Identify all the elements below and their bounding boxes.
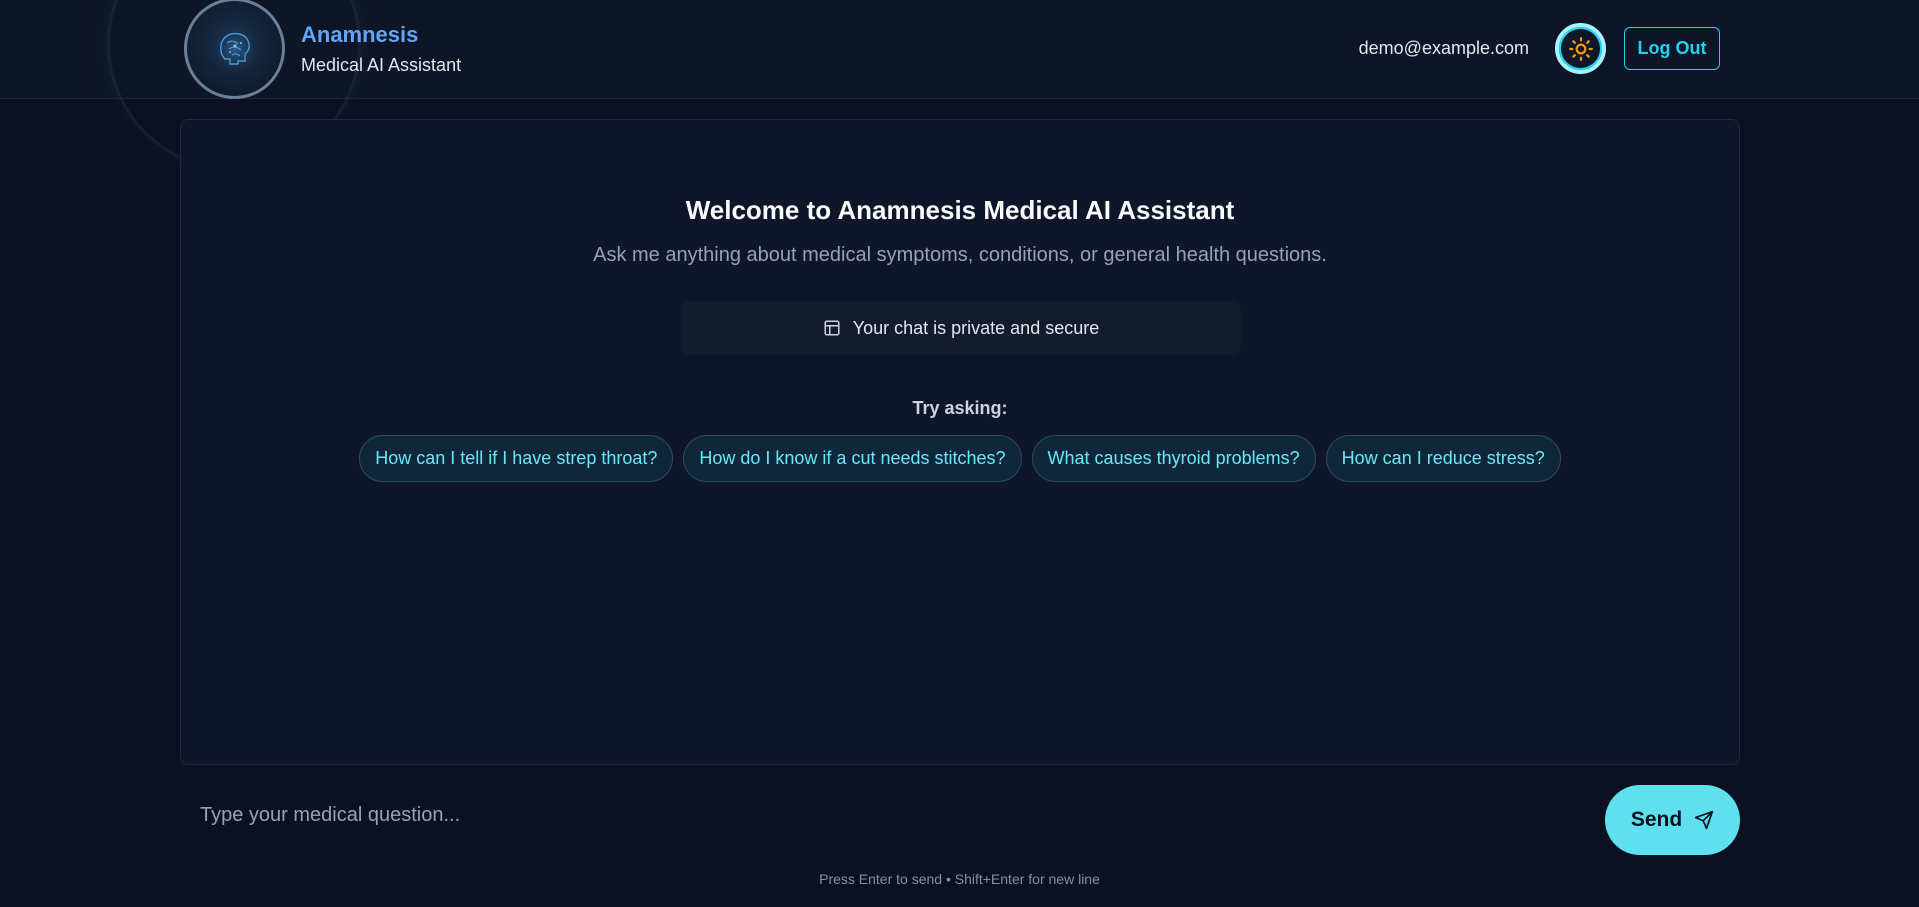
chat-panel: Welcome to Anamnesis Medical AI Assistan…	[180, 119, 1740, 765]
app-header: Anamnesis Medical AI Assistant demo@exam…	[0, 0, 1919, 171]
suggestion-chip[interactable]: How do I know if a cut needs stitches?	[683, 435, 1022, 482]
suggestion-chip[interactable]: What causes thyroid problems?	[1031, 435, 1316, 482]
brain-head-icon	[206, 20, 263, 77]
privacy-notice: Your chat is private and secure	[681, 301, 1241, 355]
suggestion-chip[interactable]: How can I tell if I have strep throat?	[359, 435, 674, 482]
suggestion-list: How can I tell if I have strep throat? H…	[181, 435, 1739, 482]
privacy-text: Your chat is private and secure	[852, 317, 1100, 338]
user-email: demo@example.com	[1358, 38, 1529, 58]
try-asking-label: Try asking:	[912, 398, 1008, 418]
send-label: Send	[1630, 808, 1683, 831]
brand-title: Anamnesis	[301, 22, 419, 47]
layout-panel-icon	[824, 320, 840, 336]
logo	[184, 0, 285, 99]
message-input[interactable]	[180, 785, 1580, 845]
brand-subtitle: Medical AI Assistant	[301, 55, 462, 75]
send-button[interactable]: Send	[1605, 785, 1740, 855]
welcome-title: Welcome to Anamnesis Medical AI Assistan…	[685, 195, 1235, 225]
keyboard-hint: Press Enter to send • Shift+Enter for ne…	[819, 871, 1100, 887]
welcome-subtitle: Ask me anything about medical symptoms, …	[593, 244, 1327, 266]
logout-button[interactable]: Log Out	[1624, 27, 1720, 70]
sun-icon	[1568, 36, 1593, 61]
send-icon	[1695, 810, 1714, 830]
theme-toggle-button[interactable]	[1555, 23, 1606, 74]
suggestion-chip[interactable]: How can I reduce stress?	[1325, 435, 1561, 482]
